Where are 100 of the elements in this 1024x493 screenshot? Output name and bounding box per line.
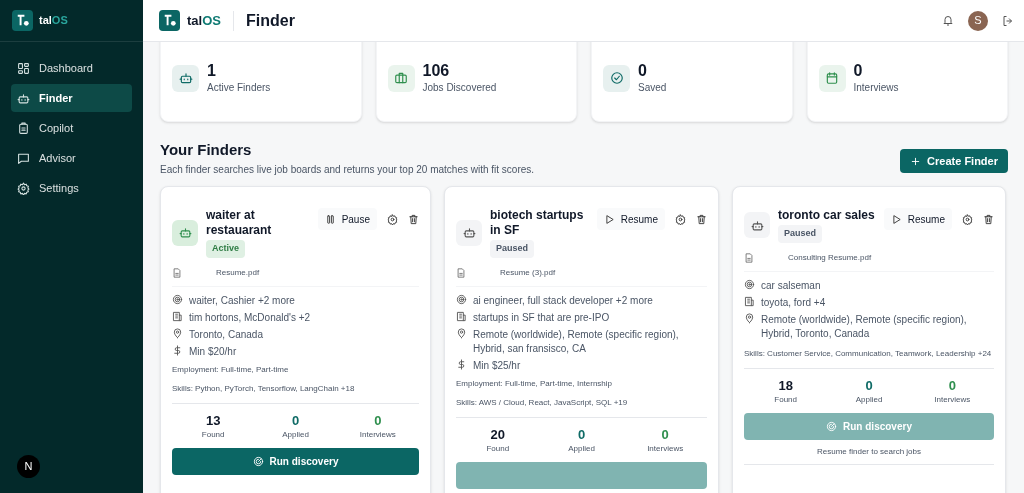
page-title: Finder	[245, 10, 295, 31]
trash-icon[interactable]	[408, 213, 419, 225]
stat-label: Jobs Discovered	[422, 80, 497, 95]
skills-list: Skills: AWS / Cloud, React, JavaScript, SQL +19	[456, 396, 707, 409]
logout-icon[interactable]	[1002, 14, 1014, 27]
stat-value: 0	[638, 61, 648, 80]
bell-icon[interactable]	[942, 14, 954, 27]
section-title: Your Finders	[160, 141, 253, 159]
building-icon	[744, 295, 755, 307]
status-badge: Paused	[490, 240, 534, 258]
criteria-text: Remote (worldwide), Remote (specific region), Hybrid, Toronto, Canada	[761, 312, 968, 341]
status-badge: Paused	[778, 225, 822, 243]
skills-list: Skills: Python, PyTorch, Tensorflow, LangChain +18	[172, 382, 419, 395]
nav-item[interactable]: Finder	[11, 84, 132, 112]
nav-label: Settings	[39, 180, 79, 196]
file-icon	[456, 267, 466, 278]
criteria-text: Min $25/hr	[473, 358, 521, 373]
dollar-icon	[456, 358, 467, 370]
run-discovery-button[interactable]: Run discovery	[172, 447, 419, 475]
chat-bubble-icon	[17, 151, 30, 165]
count-value: 20	[490, 426, 506, 443]
finder-name: waiter at restauarant	[206, 208, 273, 238]
briefcase-icon	[394, 71, 408, 85]
count-label: Applied	[568, 442, 595, 455]
stat-value: 106	[422, 61, 451, 80]
count-label: Interviews	[934, 393, 971, 406]
employment-types: Employment: Full-time, Part-time	[172, 363, 290, 376]
count-value: 0	[661, 426, 669, 443]
nav-item[interactable]: Settings	[11, 174, 132, 202]
robot-icon	[462, 226, 476, 240]
pause-button[interactable]: Pause	[317, 208, 377, 230]
count-label: Applied	[282, 428, 309, 441]
criteria-text: ai engineer, full stack developer +2 more	[473, 293, 653, 308]
trash-icon[interactable]	[983, 213, 994, 225]
settings-icon	[17, 181, 30, 195]
skills-list: Skills: Customer Service, Communication, Teamwork, Leadership +24	[744, 347, 994, 360]
settings-icon[interactable]	[387, 213, 398, 225]
radar-icon	[826, 420, 838, 432]
resume-button[interactable]: Resume	[883, 208, 952, 230]
robot-icon	[178, 71, 193, 85]
clipboard-icon	[17, 121, 30, 135]
trash-icon[interactable]	[696, 213, 707, 225]
dollar-icon	[172, 344, 183, 356]
resume-filename: Resume (3).pdf	[499, 266, 556, 279]
stat-value: 0	[853, 61, 864, 80]
count-value: 0	[948, 377, 956, 394]
grid-icon	[17, 61, 30, 75]
nav-item[interactable]: Copilot	[11, 114, 132, 142]
nav-item[interactable]: Advisor	[11, 144, 132, 172]
count-value: 0	[577, 426, 586, 443]
brand-name: talOS	[187, 11, 221, 30]
nav-label: Copilot	[39, 120, 74, 136]
count-label: Found	[201, 428, 225, 441]
count-value: 0	[374, 412, 382, 429]
nav-label: Dashboard	[39, 60, 93, 76]
criteria-text: waiter, Cashier +2 more	[189, 293, 295, 308]
robot-icon	[17, 91, 30, 105]
check-circle-icon	[609, 71, 624, 85]
criteria-text: tim hortons, McDonald's +2	[189, 310, 311, 325]
stat-label: Interviews	[853, 80, 899, 95]
resume-filename: Resume.pdf	[215, 266, 260, 279]
nav-item[interactable]: Dashboard	[11, 54, 132, 82]
stat-label: Saved	[638, 80, 667, 95]
target-icon	[456, 293, 467, 305]
stat-value: 1	[207, 61, 217, 80]
map-pin-icon	[172, 327, 183, 339]
settings-icon[interactable]	[675, 213, 686, 225]
count-label: Applied	[855, 393, 883, 406]
brand-name: talOS	[39, 13, 68, 29]
building-icon	[172, 310, 183, 322]
count-value: 13	[205, 412, 221, 429]
count-value: 18	[778, 377, 793, 394]
employment-types: Employment: Full-time, Part-time, Internship	[456, 377, 614, 390]
finder-name: toronto car sales	[778, 208, 875, 223]
user-avatar[interactable]: S	[968, 10, 988, 31]
resume-button[interactable]: Resume	[596, 208, 665, 230]
logo-icon	[12, 10, 33, 31]
criteria-text: Min $20/hr	[189, 344, 237, 359]
robot-icon	[178, 226, 192, 240]
hint-text: Resume finder to search jobs	[744, 445, 994, 465]
create-finder-button[interactable]: Create Finder	[900, 149, 1008, 173]
stat-label: Active Finders	[207, 80, 271, 95]
file-icon	[744, 252, 754, 263]
finder-name: biotech startups in SF	[490, 208, 585, 238]
criteria-text: car salseman	[761, 278, 821, 293]
file-icon	[172, 267, 182, 278]
count-value: 0	[291, 412, 300, 429]
map-pin-icon	[744, 312, 755, 324]
nav-label: Advisor	[39, 150, 76, 166]
nav-label: Finder	[39, 90, 73, 106]
resume-filename: Consulting Resume.pdf	[787, 251, 872, 264]
settings-icon[interactable]	[962, 213, 973, 225]
criteria-text: toyota, ford +4	[761, 295, 826, 310]
pause-icon	[324, 213, 336, 225]
radar-icon	[252, 455, 264, 467]
plus-icon	[910, 155, 922, 167]
count-label: Found	[774, 393, 797, 406]
criteria-text: Remote (worldwide), Remote (specific region), Hybrid, san fransisco, CA	[473, 327, 680, 356]
dev-badge[interactable]: N	[17, 455, 40, 478]
status-badge: Active	[206, 240, 245, 258]
